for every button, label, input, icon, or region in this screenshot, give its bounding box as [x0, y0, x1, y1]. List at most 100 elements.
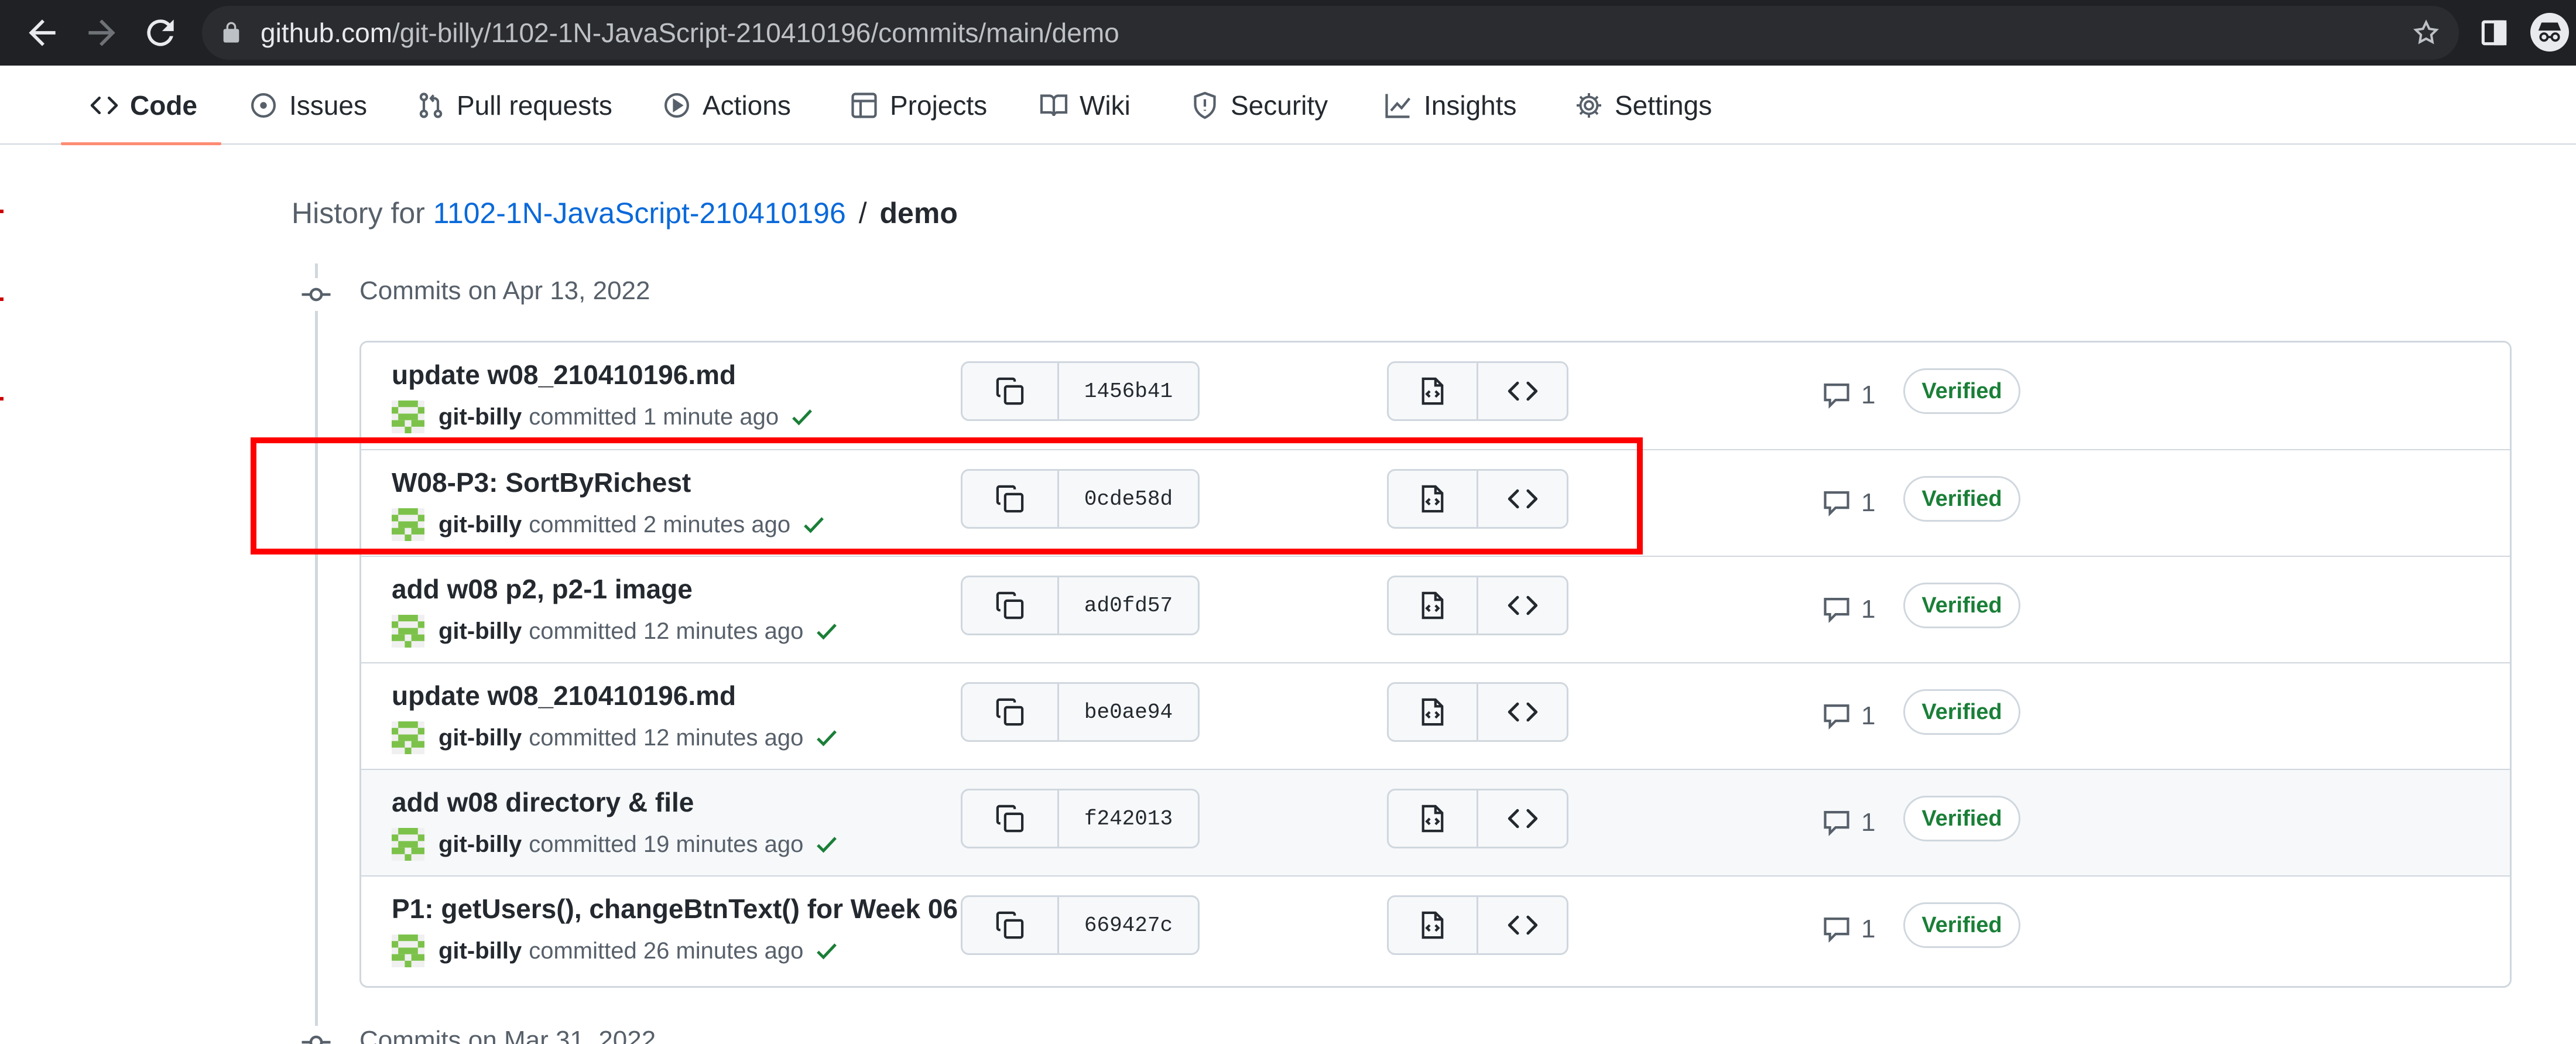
copy-button[interactable] [962, 684, 1057, 740]
view-file-button[interactable] [1389, 577, 1477, 634]
comment-count[interactable]: 1 [1821, 699, 1875, 734]
tab-settings[interactable]: Settings [1575, 66, 1712, 145]
tab-pull-requests[interactable]: Pull requests [417, 66, 612, 145]
verified-badge[interactable]: Verified [1903, 368, 2020, 414]
avatar[interactable] [392, 828, 424, 861]
author-link[interactable]: git-billy [439, 831, 522, 858]
bookmark-star-icon[interactable] [2412, 19, 2440, 47]
browse-repo-button[interactable] [1477, 577, 1567, 634]
tab-code[interactable]: Code [90, 66, 197, 145]
copy-button[interactable] [962, 577, 1057, 634]
commit-meta: git-billy committed 12 minutes ago [392, 614, 840, 648]
side-panel-icon[interactable] [2478, 16, 2510, 49]
verified-badge[interactable]: Verified [1903, 796, 2020, 841]
author-link[interactable]: git-billy [439, 404, 522, 430]
copy-icon [996, 805, 1024, 833]
verified-badge[interactable]: Verified [1903, 902, 2020, 948]
code-icon [1508, 595, 1537, 615]
comment-icon [1824, 598, 1849, 623]
check-icon[interactable] [814, 618, 840, 644]
commit-message-link[interactable]: update w08_210410196.md [392, 680, 736, 711]
commit-sha-link[interactable]: ad0fd57 [1057, 577, 1198, 634]
forward-arrow-icon[interactable] [82, 13, 122, 53]
avatar[interactable] [392, 721, 424, 754]
copy-button[interactable] [962, 897, 1057, 953]
tab-projects[interactable]: Projects [850, 66, 987, 145]
lock-icon [220, 21, 243, 45]
commit-sha-link[interactable]: f242013 [1057, 790, 1198, 847]
file-code-icon [1421, 911, 1444, 939]
commit-meta: git-billy committed 26 minutes ago [392, 934, 840, 968]
commit-time: 12 minutes ago [643, 618, 804, 644]
comment-count[interactable]: 1 [1821, 805, 1875, 840]
browse-repo-button[interactable] [1477, 790, 1567, 847]
history-heading: History for 1102-1N-JavaScript-210410196… [292, 197, 958, 230]
author-link[interactable]: git-billy [439, 938, 522, 964]
commit-sha-link[interactable]: 669427c [1057, 897, 1198, 953]
shield-icon [1191, 91, 1219, 119]
comment-icon [1824, 491, 1849, 516]
comment-count[interactable]: 1 [1821, 592, 1875, 627]
copy-sha-group: f242013 [961, 789, 1200, 848]
issue-opened-icon [249, 91, 278, 119]
view-file-button[interactable] [1389, 684, 1477, 740]
check-icon[interactable] [814, 831, 840, 857]
address-bar[interactable]: github.com/git-billy/1102-1N-JavaScript-… [202, 6, 2459, 60]
commit-time: 19 minutes ago [643, 831, 804, 857]
verified-badge[interactable]: Verified [1903, 476, 2020, 522]
commit-message-link[interactable]: add w08 directory & file [392, 786, 694, 818]
browser-toolbar: github.com/git-billy/1102-1N-JavaScript-… [0, 0, 2576, 66]
copy-sha-group: 1456b41 [961, 361, 1200, 421]
commit-group-title: Commits on Apr 13, 2022 [359, 276, 650, 305]
comment-count[interactable]: 1 [1821, 912, 1875, 947]
directory-name: demo [879, 197, 958, 230]
browse-repo-button[interactable] [1477, 363, 1567, 419]
commit-message-link[interactable]: P1: getUsers(), changeBtnText() for Week… [392, 893, 958, 925]
comment-count[interactable]: 1 [1821, 485, 1875, 521]
view-file-button[interactable] [1389, 897, 1477, 953]
git-commit-icon [300, 278, 333, 311]
commit-message-link[interactable]: add w08 p2, p2-1 image [392, 573, 693, 605]
browse-group [1387, 895, 1568, 955]
repo-navigation: Code Issues Pull requests Actions Projec… [0, 66, 2576, 145]
verified-badge[interactable]: Verified [1903, 583, 2020, 628]
comment-icon [1824, 918, 1849, 943]
view-file-button[interactable] [1389, 790, 1477, 847]
back-arrow-icon[interactable] [22, 13, 62, 53]
code-icon [90, 91, 118, 119]
avatar[interactable] [392, 615, 424, 648]
commit-group-title: Commits on Mar 31, 2022 [359, 1026, 656, 1044]
avatar[interactable] [392, 401, 424, 433]
comment-count[interactable]: 1 [1821, 378, 1875, 413]
view-file-button[interactable] [1389, 363, 1477, 419]
tab-issues[interactable]: Issues [249, 66, 367, 145]
tab-insights[interactable]: Insights [1384, 66, 1517, 145]
copy-sha-group: ad0fd57 [961, 576, 1200, 635]
code-icon [1508, 702, 1537, 722]
copy-icon [996, 377, 1024, 405]
repo-link[interactable]: 1102-1N-JavaScript-210410196 [433, 197, 846, 230]
copy-button[interactable] [962, 363, 1057, 419]
tab-wiki[interactable]: Wiki [1040, 66, 1131, 145]
commit-time: 12 minutes ago [643, 724, 804, 751]
author-link[interactable]: git-billy [439, 618, 522, 645]
commit-sha-link[interactable]: be0ae94 [1057, 684, 1198, 740]
browse-repo-button[interactable] [1477, 684, 1567, 740]
browse-repo-button[interactable] [1477, 897, 1567, 953]
tab-security[interactable]: Security [1191, 66, 1328, 145]
tab-actions[interactable]: Actions [663, 66, 791, 145]
check-icon[interactable] [789, 404, 815, 430]
incognito-icon[interactable] [2530, 13, 2569, 52]
code-icon [1508, 381, 1537, 401]
author-link[interactable]: git-billy [439, 725, 522, 751]
reload-icon[interactable] [141, 13, 180, 53]
check-icon[interactable] [814, 725, 840, 751]
verified-badge[interactable]: Verified [1903, 689, 2020, 735]
check-icon[interactable] [814, 938, 840, 964]
avatar[interactable] [392, 935, 424, 967]
edge-marker [0, 297, 4, 301]
commit-sha-link[interactable]: 1456b41 [1057, 363, 1198, 419]
copy-button[interactable] [962, 790, 1057, 847]
gear-icon [1575, 91, 1603, 119]
commit-message-link[interactable]: update w08_210410196.md [392, 359, 736, 391]
